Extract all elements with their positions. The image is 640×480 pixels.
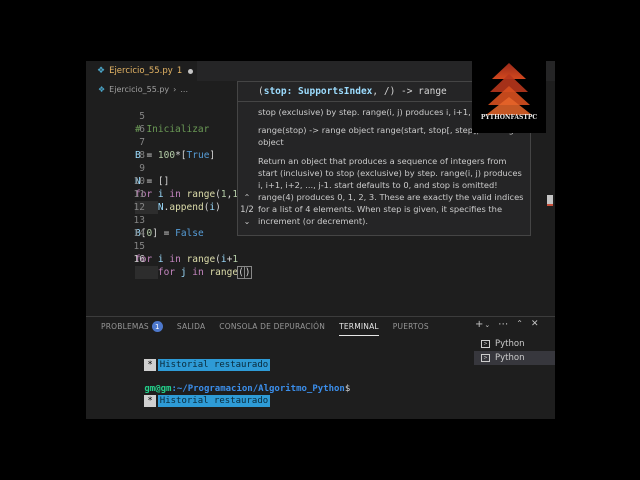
- chevron-down-icon[interactable]: ⌄: [237, 217, 257, 226]
- overload-counter: 1/2: [240, 205, 254, 215]
- panel-tabs: PROBLEMAS 1 SALIDA CONSOLA DE DEPURACIÓN …: [101, 321, 443, 336]
- tab-problems-label: PROBLEMAS: [101, 322, 149, 331]
- restored-text: Historial restaurado: [157, 359, 271, 371]
- more-actions-icon[interactable]: ⋯: [498, 319, 508, 330]
- restored-text: Historial restaurado: [157, 395, 271, 407]
- overload-nav: ⌃ 1/2 ⌄: [237, 193, 257, 226]
- terminal-line: * Historial restaurado: [101, 347, 271, 371]
- problems-badge: 1: [151, 321, 163, 332]
- python-file-icon: ❖: [98, 84, 106, 94]
- restored-star: *: [144, 359, 156, 371]
- tab-output[interactable]: SALIDA: [177, 322, 205, 331]
- terminal-output[interactable]: * Historial restaurado gm@gm:~/Programaci…: [101, 347, 466, 419]
- tab-ports[interactable]: PUERTOS: [393, 322, 429, 331]
- terminal-line: gm@gm:~/Programacion/Algoritmo_Python$: [101, 371, 350, 394]
- logo-text: PYTHONFASTPC: [480, 114, 538, 121]
- restored-star: *: [144, 395, 156, 407]
- chevron-right-icon: ›: [173, 84, 177, 94]
- new-terminal-icon[interactable]: +: [475, 319, 483, 330]
- scrollbar-marker[interactable]: [547, 195, 553, 204]
- hover-signature: (stop: SupportsIndex, /) -> range: [258, 86, 447, 97]
- hover-signature-param: stop: SupportsIndex: [263, 86, 373, 97]
- unsaved-dot-icon[interactable]: [188, 68, 194, 74]
- scrollbar-error-marker: [547, 204, 553, 206]
- tab-problems[interactable]: PROBLEMAS 1: [101, 321, 163, 332]
- terminal-icon: >: [481, 354, 490, 362]
- terminal-line: * Historial restaurado: [101, 383, 271, 407]
- tab-debug-console[interactable]: CONSOLA DE DEPURACIÓN: [219, 322, 325, 331]
- python-file-icon: ❖: [97, 66, 106, 76]
- prompt-symbol: $: [344, 384, 351, 394]
- tab-label: Ejercicio_55.py: [109, 66, 173, 76]
- close-panel-icon[interactable]: ✕: [531, 319, 539, 330]
- panel-actions: + ⌄ ⋯ ⌃ ✕: [475, 319, 539, 330]
- tab-terminal[interactable]: TERMINAL: [339, 322, 379, 336]
- code-line-current: 16 for j in range(): [86, 240, 555, 279]
- breadcrumb-file[interactable]: Ejercicio_55.py: [109, 85, 169, 94]
- logo-graphic: [486, 63, 532, 115]
- editor-tab[interactable]: ❖ Ejercicio_55.py 1: [86, 61, 197, 81]
- terminal-item[interactable]: > Python: [474, 351, 555, 365]
- code-text: for i in range(i+1: [135, 254, 239, 265]
- tab-problem-count: 1: [176, 66, 183, 76]
- bottom-panel: PROBLEMAS 1 SALIDA CONSOLA DE DEPURACIÓN …: [86, 316, 555, 419]
- terminal-item-label: Python: [495, 353, 525, 363]
- terminal-list: > Python > Python: [474, 337, 555, 365]
- terminal-icon: >: [481, 340, 490, 348]
- terminal-line: gm@gm:~/Programacion/Algoritmo_Python$: [101, 407, 350, 419]
- code-text: for j in range(): [135, 266, 252, 279]
- maximize-panel-icon[interactable]: ⌃: [516, 319, 523, 330]
- breadcrumb-more[interactable]: ...: [180, 85, 188, 94]
- chevron-down-icon[interactable]: ⌄: [484, 321, 490, 330]
- channel-logo: PYTHONFASTPC: [472, 61, 546, 133]
- line-number: 16: [133, 254, 145, 265]
- hover-doc-description: Return an object that produces a sequenc…: [258, 156, 524, 226]
- terminal-item[interactable]: > Python: [474, 337, 555, 351]
- terminal-item-label: Python: [495, 339, 525, 349]
- chevron-up-icon[interactable]: ⌃: [237, 193, 257, 202]
